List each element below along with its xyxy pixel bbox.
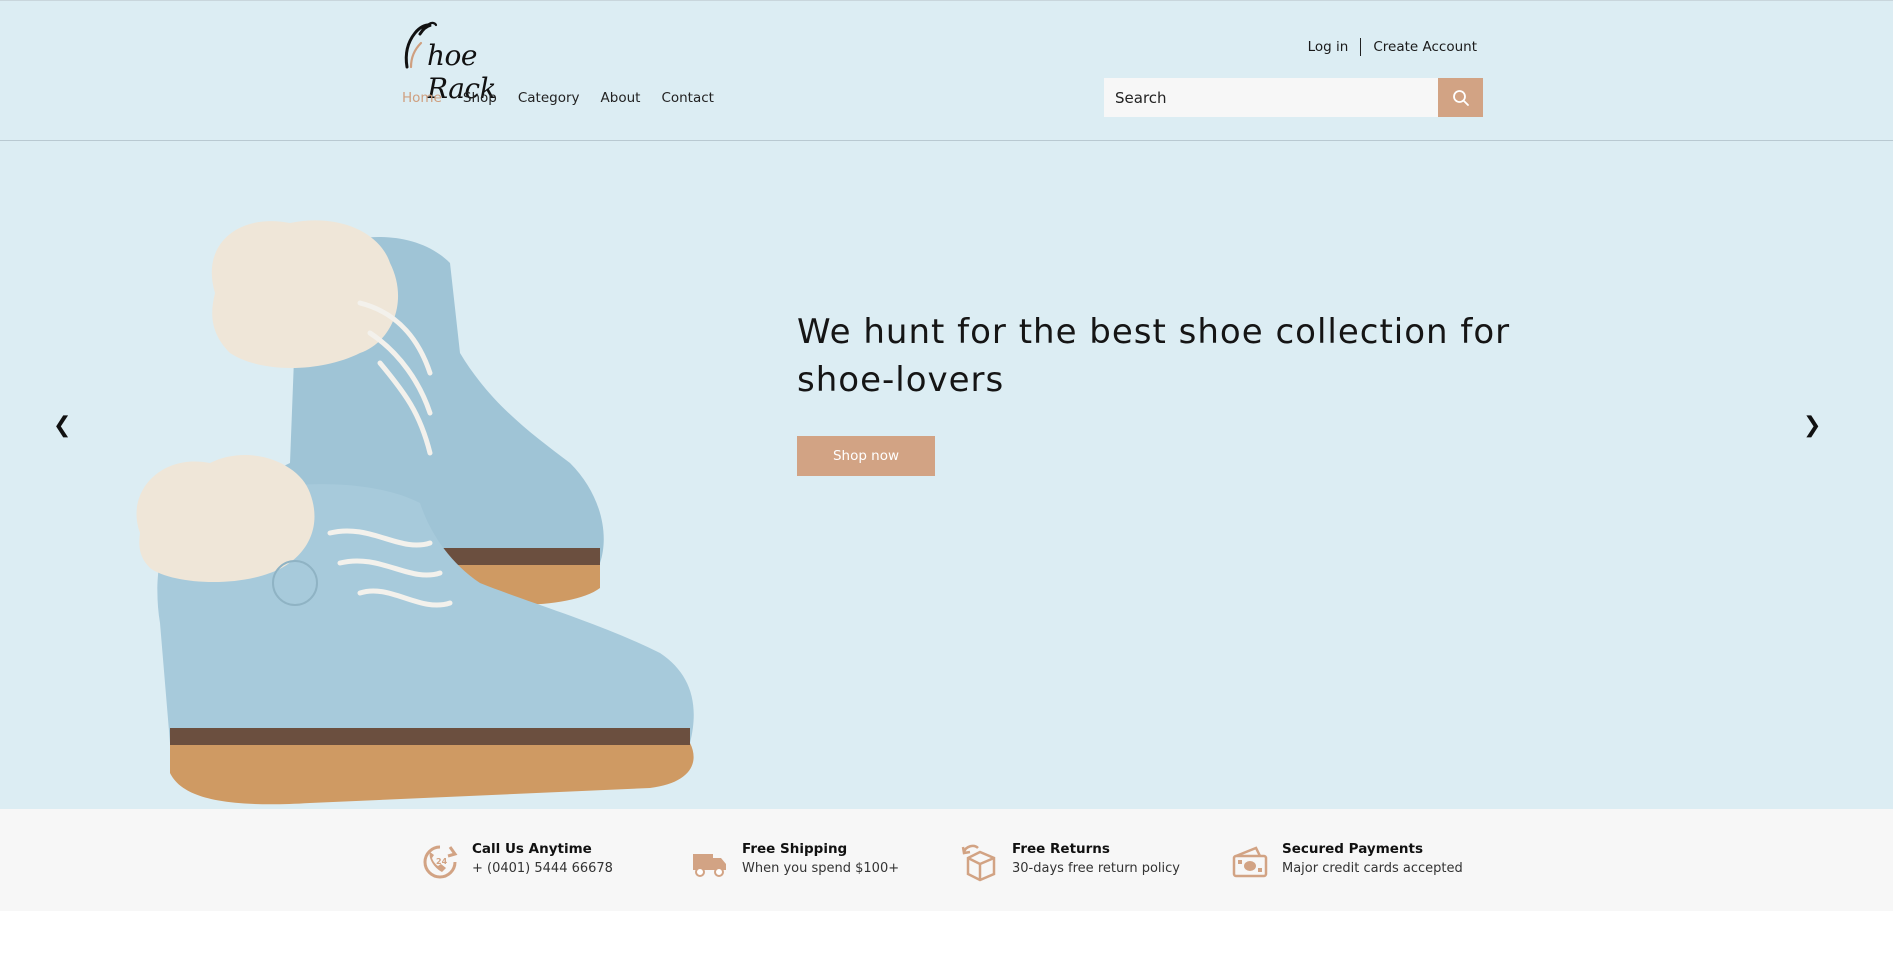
feature-shipping: Free Shipping When you spend $100+ [690, 840, 899, 882]
nav-contact[interactable]: Contact [661, 90, 714, 106]
main-nav: Home Shop Category About Contact [402, 90, 735, 106]
divider [1360, 38, 1362, 56]
svg-text:24: 24 [436, 857, 448, 866]
login-link[interactable]: Log in [1308, 39, 1349, 55]
nav-category[interactable]: Category [518, 90, 580, 106]
feature-subtitle: + (0401) 5444 66678 [472, 861, 613, 876]
carousel-prev-arrow[interactable]: ❮ [53, 413, 71, 438]
search-button[interactable] [1438, 78, 1483, 117]
return-box-icon [961, 844, 996, 882]
create-account-link[interactable]: Create Account [1373, 39, 1477, 55]
shop-now-button[interactable]: Shop now [797, 436, 935, 476]
features-strip: 24 Call Us Anytime + (0401) 5444 66678 F… [0, 809, 1893, 911]
search-input[interactable] [1104, 78, 1438, 117]
feature-title: Free Shipping [742, 841, 848, 857]
carousel-next-arrow[interactable]: ❯ [1803, 413, 1821, 438]
feature-title: Call Us Anytime [472, 841, 592, 857]
site-logo[interactable]: hoe Rack [401, 19, 541, 105]
search-bar [1104, 78, 1483, 117]
hero-headline: We hunt for the best shoe collection for… [797, 312, 1511, 400]
feature-returns: Free Returns 30-days free return policy [960, 840, 1180, 882]
account-links: Log in Create Account [1308, 38, 1477, 56]
boots-image [136, 220, 694, 805]
feature-subtitle: 30-days free return policy [1012, 861, 1180, 876]
nav-shop[interactable]: Shop [463, 90, 497, 106]
nav-about[interactable]: About [601, 90, 641, 106]
site-header: hoe Rack Home Shop Category About Contac… [0, 0, 1893, 141]
phone-24h-icon: 24 [423, 845, 458, 879]
feature-subtitle: When you spend $100+ [742, 861, 900, 876]
feature-subtitle: Major credit cards accepted [1282, 861, 1463, 876]
cash-payment-icon [1232, 846, 1268, 878]
feature-call: 24 Call Us Anytime + (0401) 5444 66678 [420, 840, 613, 882]
hero-banner: We hunt for the best shoe collection for… [0, 141, 1893, 809]
truck-icon [693, 854, 726, 877]
feature-payments: Secured Payments Major credit cards acce… [1230, 840, 1463, 882]
feature-title: Secured Payments [1282, 841, 1424, 857]
nav-home[interactable]: Home [402, 90, 442, 106]
feature-title: Free Returns [1012, 841, 1110, 857]
search-icon [1452, 89, 1469, 106]
